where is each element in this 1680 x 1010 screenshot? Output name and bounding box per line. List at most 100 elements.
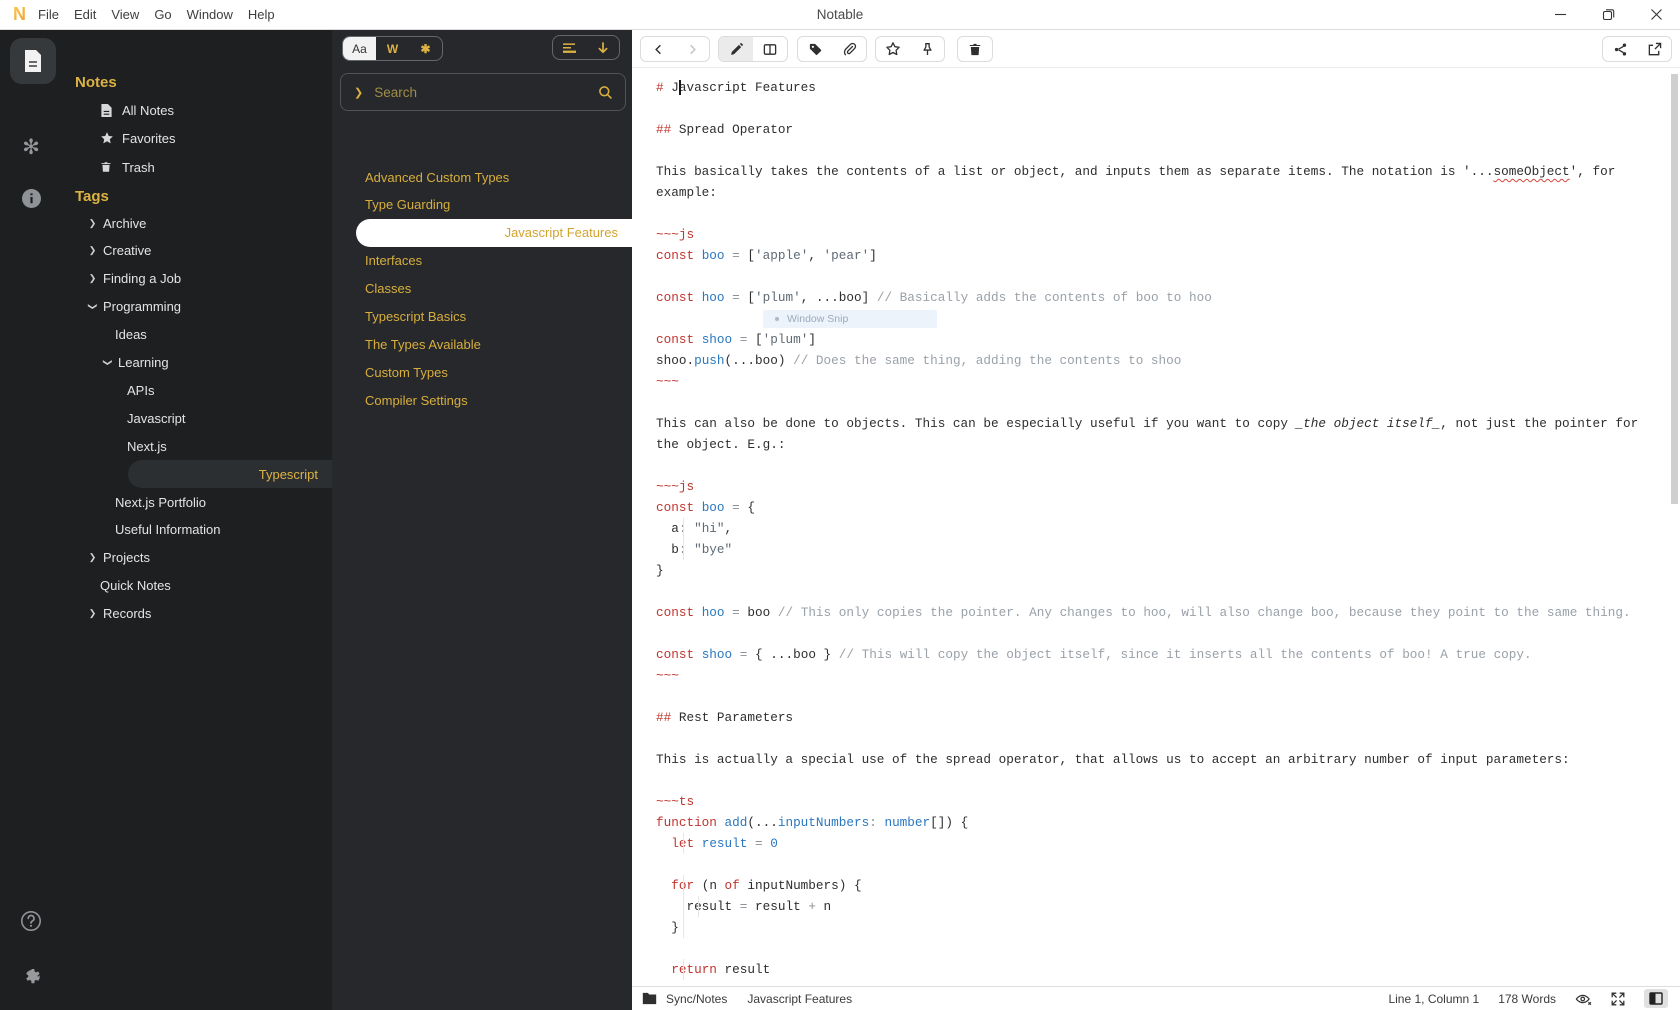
note-item-custom-types[interactable]: Custom Types [332,358,632,386]
note-item-classes[interactable]: Classes [332,275,632,303]
sidebar-item-favorites[interactable]: Favorites [62,125,332,153]
note-item-interfaces[interactable]: Interfaces [332,247,632,275]
chevron-right-icon[interactable]: ❯ [88,273,97,284]
chevron-down-icon[interactable]: ❯ [87,302,98,311]
chevron-right-icon[interactable]: ❯ [88,608,97,619]
search-chevron-icon[interactable]: ❯ [354,86,363,99]
minimize-button[interactable] [1545,0,1575,29]
open-external-icon[interactable] [1637,37,1671,61]
trash-note-icon[interactable] [958,37,992,61]
tag-icon[interactable] [798,37,832,61]
menu-go[interactable]: Go [154,7,171,22]
code-line [656,98,1650,119]
text-cursor [679,80,681,95]
tag-item-finding-a-job[interactable]: ❯ Finding a Job [62,265,332,293]
pin-icon[interactable] [910,37,944,61]
indent-guide [683,917,684,938]
tag-item-quick-notes[interactable]: Quick Notes [62,572,332,600]
restore-button[interactable] [1593,0,1623,29]
code-line: function add(...inputNumbers: number[]) … [656,812,1650,833]
tag-item-apis[interactable]: APIs [62,376,332,404]
editor-scrollbar[interactable] [1671,74,1678,504]
code-line: This can also be done to objects. This c… [656,413,1650,434]
view-segment-aa[interactable]: Aa [343,37,376,60]
edit-mode-icon[interactable] [719,37,753,61]
status-word-count: 178 Words [1498,992,1556,1006]
sort-lines-icon[interactable] [553,36,586,59]
menu-view[interactable]: View [111,7,139,22]
menu-help[interactable]: Help [248,7,275,22]
settings-icon[interactable] [0,964,62,986]
code-line [656,455,1650,476]
note-title: Custom Types [365,365,448,380]
code-line [656,392,1650,413]
tag-item-projects[interactable]: ❯ Projects [62,544,332,572]
tag-item-useful-information[interactable]: Useful Information [62,516,332,544]
tag-label: Records [103,606,151,621]
search-input[interactable] [372,84,598,101]
help-icon[interactable] [0,910,62,932]
tag-item-programming[interactable]: ❯Programming [62,293,332,321]
view-segment-[interactable]: ✱ [409,37,442,60]
zen-mode-icon[interactable] [1611,992,1625,1006]
favorite-icon[interactable] [876,37,910,61]
note-item-typescript-basics[interactable]: Typescript Basics [332,303,632,331]
code-line: shoo.push(...boo) // Does the same thing… [656,350,1650,371]
close-button[interactable] [1641,0,1671,29]
markdown-source[interactable]: # Javascript Features## Spread OperatorT… [632,68,1680,980]
menu-file[interactable]: File [38,7,59,22]
note-item-the-types-available[interactable]: The Types Available [332,330,632,358]
chevron-right-icon[interactable]: ❯ [88,552,97,563]
tag-item-next-js[interactable]: Next.js [62,432,332,460]
tags-section-header: Tags [62,182,332,210]
tag-item-archive[interactable]: ❯Archive [62,209,332,237]
tag-item-learning[interactable]: ❯Learning [62,349,332,377]
share-icon[interactable] [1603,37,1637,61]
search-icon[interactable] [598,85,613,100]
tag-item-ideas[interactable]: Ideas [62,321,332,349]
tag-item-javascript[interactable]: Javascript [62,404,332,432]
sort-direction-icon[interactable] [586,36,619,59]
back-icon[interactable] [641,37,675,61]
selected-tag-pill[interactable]: Typescript [128,460,332,488]
code-line: ## Spread Operator [656,119,1650,140]
tag-label: Projects [103,550,150,565]
info-icon[interactable] [0,188,62,209]
note-title: Advanced Custom Types [365,170,509,185]
notes-view-button[interactable] [10,38,56,84]
tag-item-typescript[interactable]: Typescript [62,460,332,488]
code-line: let result = 0 [656,833,1650,854]
code-line [656,140,1650,161]
code-line: b: "bye" [656,539,1650,560]
sidebar-item-all-notes[interactable]: All Notes [62,96,332,124]
tag-item-next-js-portfolio[interactable]: Next.js Portfolio [62,488,332,516]
menu-window[interactable]: Window [187,7,233,22]
note-item-type-guarding[interactable]: Type Guarding [332,191,632,219]
menu-edit[interactable]: Edit [74,7,96,22]
attachment-icon[interactable] [832,37,866,61]
selected-note-pill[interactable]: Javascript Features [356,219,632,247]
code-line [656,770,1650,791]
tag-label: Finding a Job [103,271,181,286]
note-item-compiler-settings[interactable]: Compiler Settings [332,386,632,414]
status-notes-path[interactable]: Sync/Notes [666,992,727,1006]
note-item-advanced-custom-types[interactable]: Advanced Custom Types [332,163,632,191]
tag-item-creative[interactable]: ❯Creative [62,237,332,265]
forward-icon[interactable] [675,37,709,61]
tags-graph-icon[interactable]: ✻ [0,135,62,160]
preview-off-icon[interactable] [1575,992,1592,1006]
tag-label: Javascript [127,411,186,426]
code-line: ~~~ [656,371,1650,392]
note-item-javascript-features[interactable]: Javascript Features [332,219,632,247]
code-line: ~~~js [656,476,1650,497]
chevron-right-icon[interactable]: ❯ [88,245,97,256]
tag-item-records[interactable]: ❯ Records [62,600,332,628]
code-line [656,728,1650,749]
sidebar-item-trash[interactable]: Trash [62,153,332,181]
markdown-editor[interactable]: # Javascript Features## Spread OperatorT… [632,68,1680,986]
split-editor-icon[interactable] [1644,989,1668,1008]
split-view-icon[interactable] [753,37,787,61]
view-segment-w[interactable]: W [376,37,409,60]
chevron-down-icon[interactable]: ❯ [102,358,113,367]
chevron-right-icon[interactable]: ❯ [88,218,97,229]
